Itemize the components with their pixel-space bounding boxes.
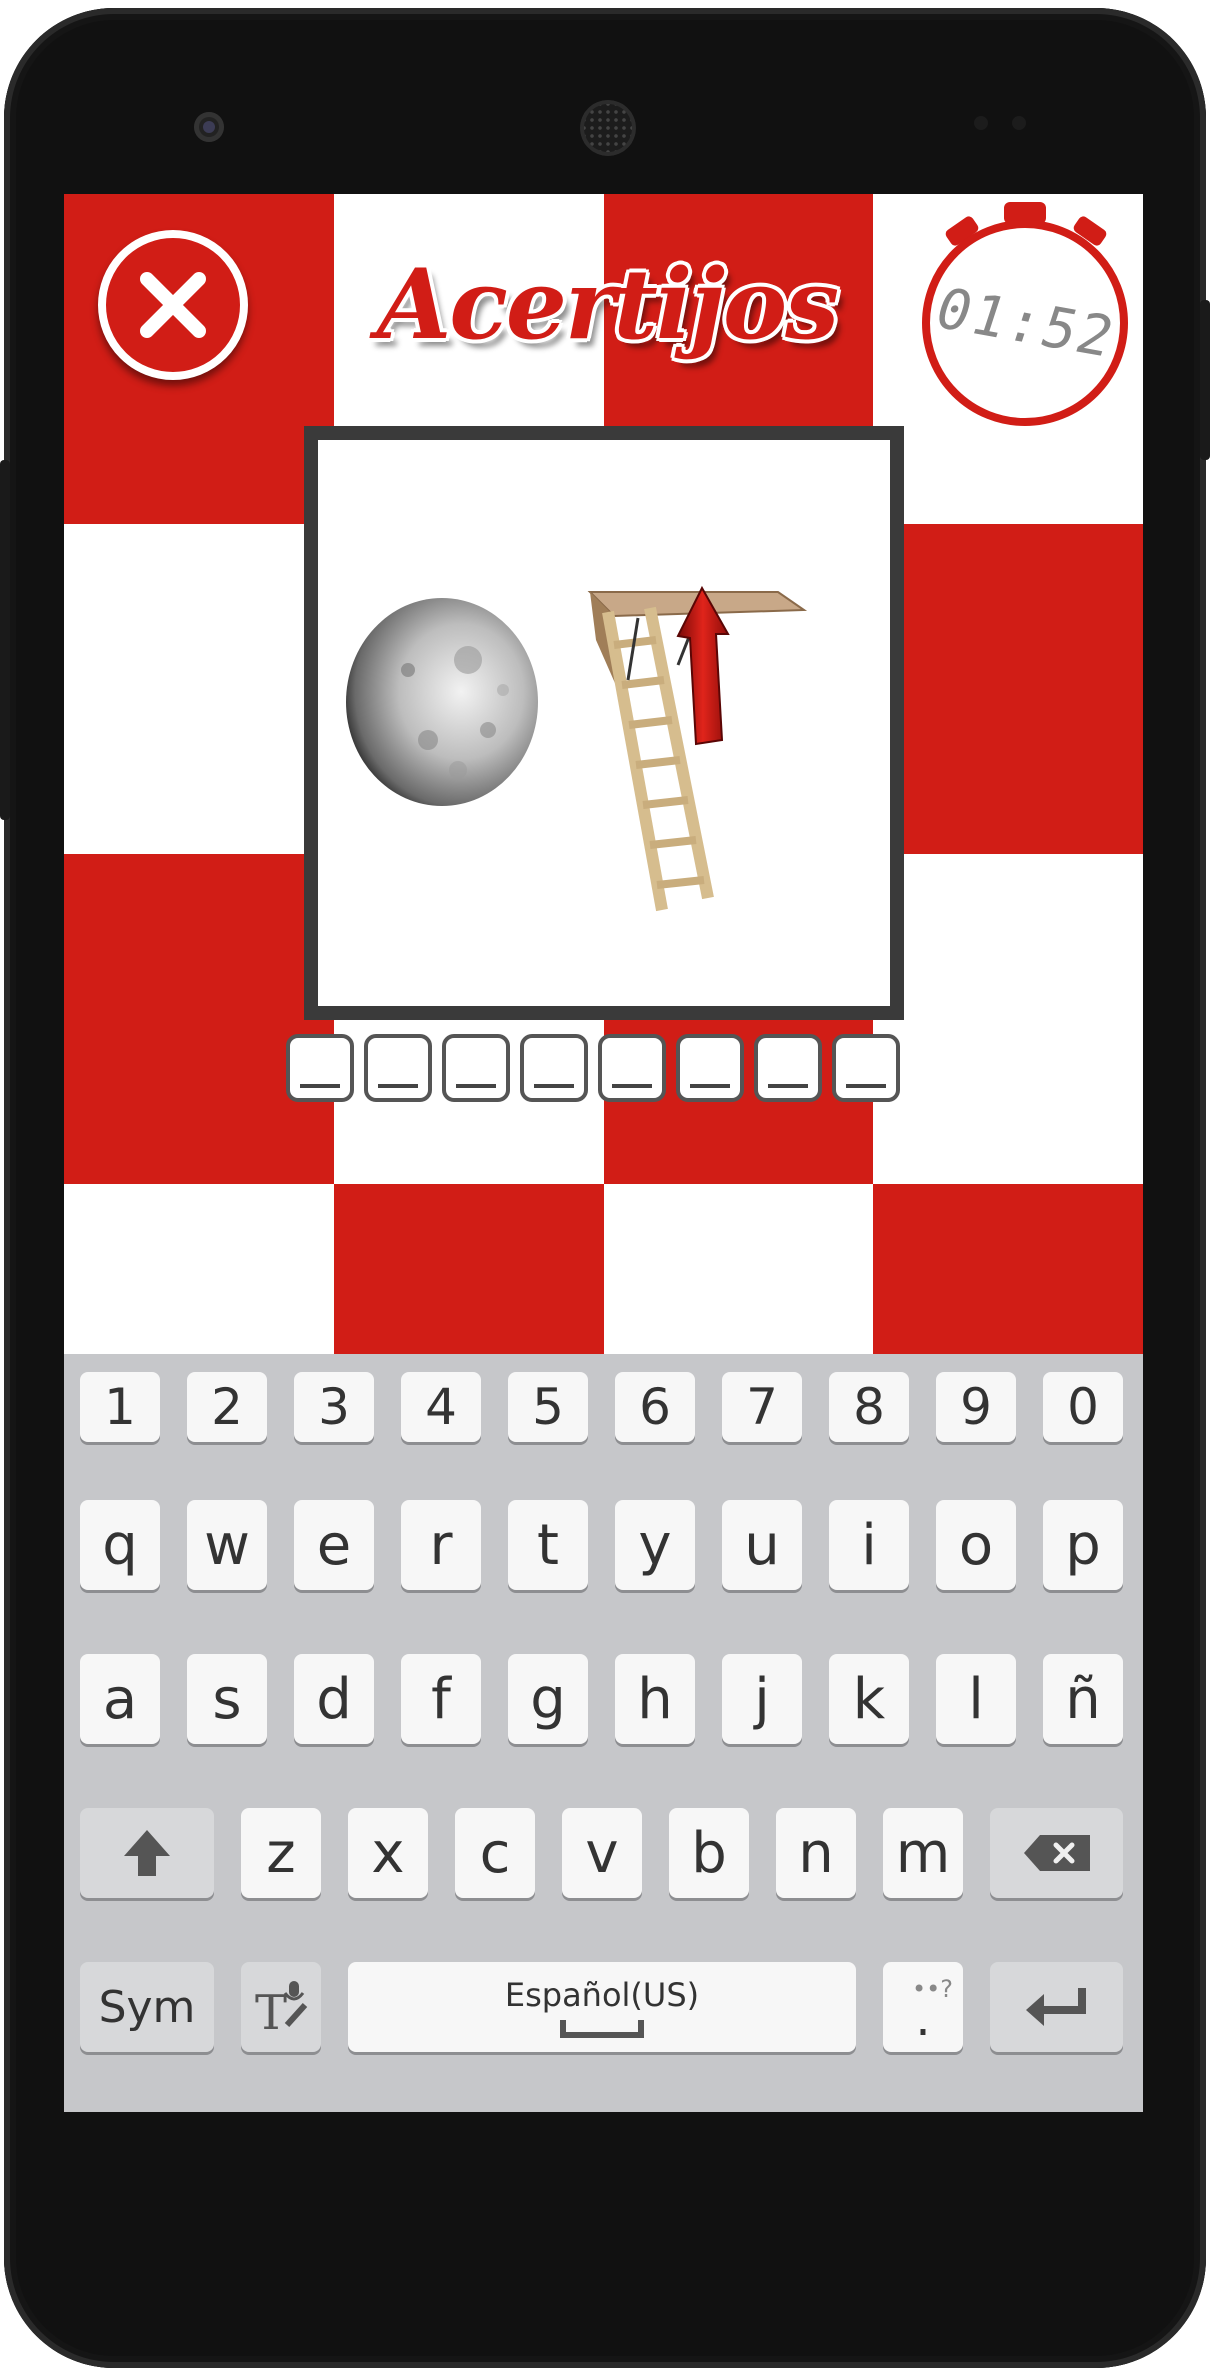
key-m[interactable]: m xyxy=(883,1808,963,1898)
answer-slot[interactable] xyxy=(364,1034,432,1102)
answer-slot[interactable] xyxy=(676,1034,744,1102)
front-camera xyxy=(194,112,224,142)
slot-underscore xyxy=(612,1084,652,1088)
timer-value: 01:52 xyxy=(926,276,1124,370)
svg-text:T: T xyxy=(255,1985,287,2037)
shift-key[interactable] xyxy=(80,1808,214,1898)
answer-slot[interactable] xyxy=(598,1034,666,1102)
key-i[interactable]: i xyxy=(829,1500,909,1590)
key-s[interactable]: s xyxy=(187,1654,267,1744)
key-j[interactable]: j xyxy=(722,1654,802,1744)
backspace-icon xyxy=(1023,1835,1090,1871)
key-a[interactable]: a xyxy=(80,1654,160,1744)
answer-slot[interactable] xyxy=(286,1034,354,1102)
attic-ladder-icon xyxy=(587,585,808,912)
key-p[interactable]: p xyxy=(1043,1500,1123,1590)
key-x[interactable]: x xyxy=(348,1808,428,1898)
power-button xyxy=(1200,300,1210,460)
slot-underscore xyxy=(534,1084,574,1088)
key-5[interactable]: 5 xyxy=(508,1372,588,1442)
space-key[interactable]: Español(US) xyxy=(348,1962,856,2052)
key-c[interactable]: c xyxy=(455,1808,535,1898)
game-area: Acertijos 01:52 xyxy=(64,194,1143,1514)
backspace-key[interactable] xyxy=(990,1808,1123,1898)
key-e[interactable]: e xyxy=(294,1500,374,1590)
moon-icon xyxy=(346,598,538,806)
voice-text-key[interactable]: T xyxy=(241,1962,321,2052)
shift-arrow-icon xyxy=(124,1830,170,1876)
key-n-tilde[interactable]: ñ xyxy=(1043,1654,1123,1744)
sym-key[interactable]: Sym xyxy=(80,1962,214,2052)
proximity-sensor xyxy=(974,116,988,130)
key-q[interactable]: q xyxy=(80,1500,160,1590)
key-r[interactable]: r xyxy=(401,1500,481,1590)
slot-underscore xyxy=(690,1084,730,1088)
punctuation-dot: . xyxy=(915,1991,931,2047)
enter-icon xyxy=(1025,1988,1086,2026)
key-n[interactable]: n xyxy=(776,1808,856,1898)
space-bar-icon xyxy=(560,2020,644,2038)
key-t[interactable]: t xyxy=(508,1500,588,1590)
key-4[interactable]: 4 xyxy=(401,1372,481,1442)
voice-text-icon: T xyxy=(255,1981,308,2037)
key-w[interactable]: w xyxy=(187,1500,267,1590)
punctuation-key[interactable]: ••? . xyxy=(883,1962,963,2052)
key-2[interactable]: 2 xyxy=(187,1372,267,1442)
slot-underscore xyxy=(378,1084,418,1088)
key-v[interactable]: v xyxy=(562,1808,642,1898)
puzzle-picture xyxy=(346,585,808,912)
slot-underscore xyxy=(768,1084,808,1088)
answer-slot[interactable] xyxy=(832,1034,900,1102)
key-g[interactable]: g xyxy=(508,1654,588,1744)
answer-slot[interactable] xyxy=(442,1034,510,1102)
soft-keyboard: 1 2 3 4 5 6 7 8 9 0 q w e r t y u i o p … xyxy=(64,1354,1143,2112)
answer-slot[interactable] xyxy=(520,1034,588,1102)
key-o[interactable]: o xyxy=(936,1500,1016,1590)
slot-underscore xyxy=(456,1084,496,1088)
key-8[interactable]: 8 xyxy=(829,1372,909,1442)
key-l[interactable]: l xyxy=(936,1654,1016,1744)
key-0[interactable]: 0 xyxy=(1043,1372,1123,1442)
key-9[interactable]: 9 xyxy=(936,1372,1016,1442)
space-key-label: Español(US) xyxy=(504,1976,700,2014)
key-z[interactable]: z xyxy=(241,1808,321,1898)
slot-underscore xyxy=(300,1084,340,1088)
close-button[interactable] xyxy=(98,230,248,380)
key-y[interactable]: y xyxy=(615,1500,695,1590)
puzzle-image xyxy=(304,426,904,1020)
key-1[interactable]: 1 xyxy=(80,1372,160,1442)
light-sensor xyxy=(1012,116,1026,130)
key-d[interactable]: d xyxy=(294,1654,374,1744)
app-logo: Acertijos xyxy=(377,234,839,374)
app-title: Acertijos xyxy=(376,247,839,361)
key-6[interactable]: 6 xyxy=(615,1372,695,1442)
answer-slots xyxy=(286,1034,900,1102)
key-u[interactable]: u xyxy=(722,1500,802,1590)
timer-face: 01:52 xyxy=(922,220,1128,426)
key-k[interactable]: k xyxy=(829,1654,909,1744)
screen: Acertijos 01:52 1 2 3 4 5 6 7 8 9 0 q w … xyxy=(64,194,1143,2112)
key-7[interactable]: 7 xyxy=(722,1372,802,1442)
key-b[interactable]: b xyxy=(669,1808,749,1898)
volume-button xyxy=(0,460,10,820)
earpiece-speaker xyxy=(580,100,636,156)
close-icon xyxy=(140,272,206,338)
key-h[interactable]: h xyxy=(615,1654,695,1744)
key-f[interactable]: f xyxy=(401,1654,481,1744)
key-3[interactable]: 3 xyxy=(294,1372,374,1442)
enter-key[interactable] xyxy=(990,1962,1123,2052)
slot-underscore xyxy=(846,1084,886,1088)
stopwatch-icon: 01:52 xyxy=(916,200,1142,426)
answer-slot[interactable] xyxy=(754,1034,822,1102)
